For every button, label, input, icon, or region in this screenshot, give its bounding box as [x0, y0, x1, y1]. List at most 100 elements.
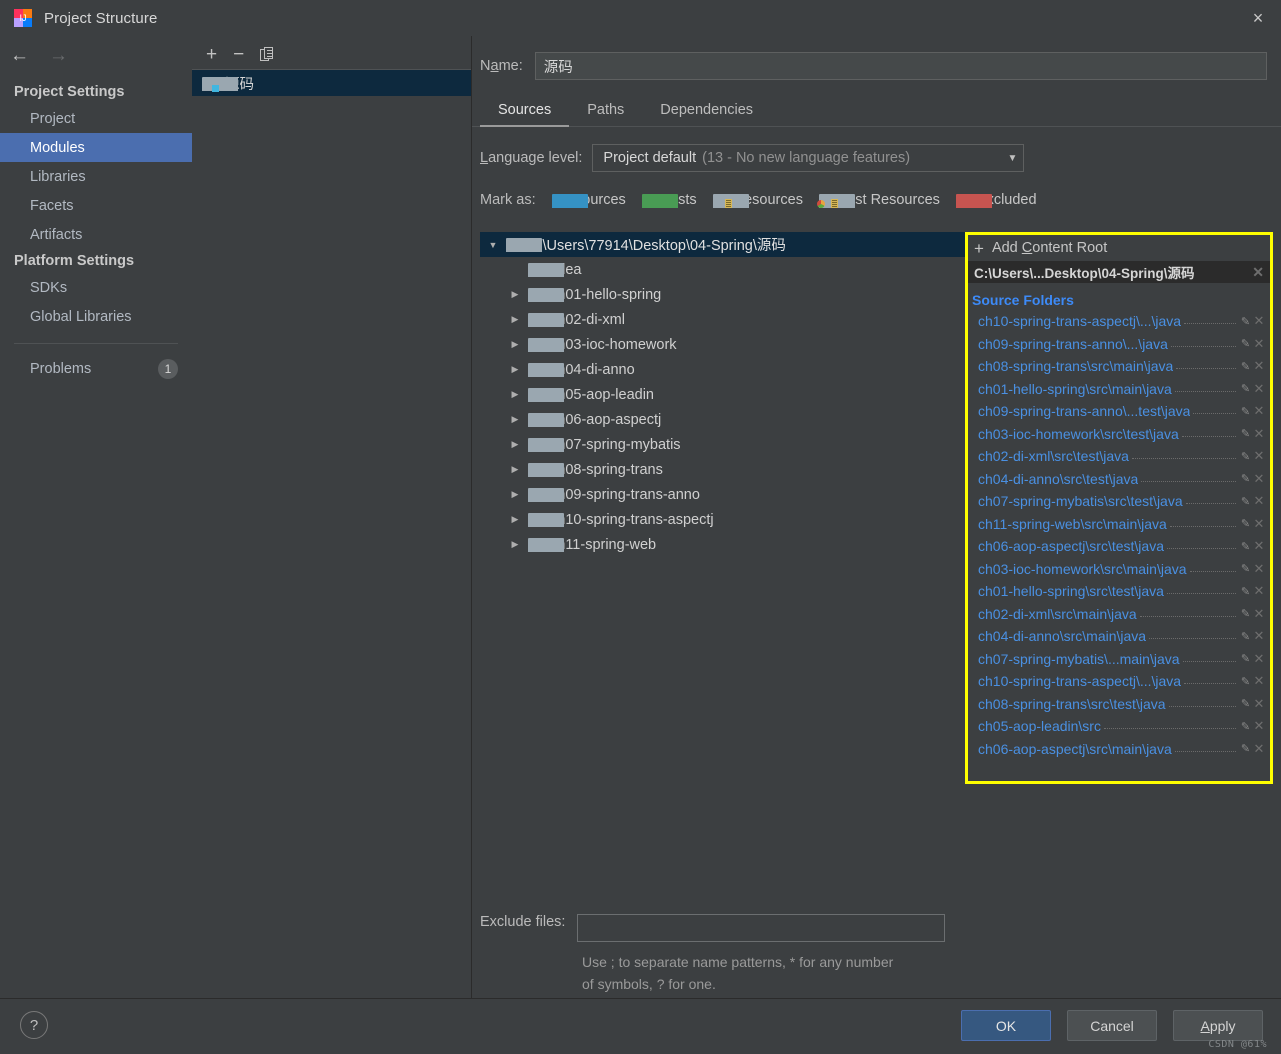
chevron-right-icon[interactable]: ▶ [508, 389, 522, 400]
edit-pencil-icon[interactable]: ✎ [1239, 360, 1252, 373]
chevron-right-icon[interactable]: ▶ [508, 339, 522, 350]
edit-pencil-icon[interactable]: ✎ [1239, 697, 1252, 710]
tree-row[interactable]: ▶ ch01-hello-spring [480, 282, 965, 307]
edit-pencil-icon[interactable]: ✎ [1239, 652, 1252, 665]
edit-pencil-icon[interactable]: ✎ [1239, 675, 1252, 688]
apply-button[interactable]: Apply [1173, 1010, 1263, 1041]
source-folder-row[interactable]: ch02-di-xml\src\test\java ✎ ✕ [968, 445, 1270, 468]
source-folder-row[interactable]: ch03-ioc-homework\src\main\java ✎ ✕ [968, 558, 1270, 581]
remove-icon[interactable]: ✕ [1252, 403, 1266, 419]
mark-as-sources-button[interactable]: Sources [551, 192, 626, 208]
tree-row[interactable]: ▶ ch11-spring-web [480, 532, 965, 557]
tab-dependencies[interactable]: Dependencies [642, 96, 771, 126]
tree-row[interactable]: ▶ ch05-aop-leadin [480, 382, 965, 407]
add-module-button[interactable]: + [206, 45, 217, 64]
copy-module-button[interactable] [260, 47, 274, 62]
source-folder-row[interactable]: ch06-aop-aspectj\src\main\java ✎ ✕ [968, 738, 1270, 761]
edit-pencil-icon[interactable]: ✎ [1239, 562, 1252, 575]
cancel-button[interactable]: Cancel [1067, 1010, 1157, 1041]
tree-row[interactable]: ▶ ch02-di-xml [480, 307, 965, 332]
back-arrow-icon[interactable]: ← [10, 46, 29, 65]
tab-paths[interactable]: Paths [569, 96, 642, 126]
chevron-right-icon[interactable]: ▶ [508, 314, 522, 325]
edit-pencil-icon[interactable]: ✎ [1239, 382, 1252, 395]
mark-as-excluded-button[interactable]: Excluded [955, 192, 1037, 208]
mark-as-test-resources-button[interactable]: Test Resources [816, 192, 940, 208]
tree-row[interactable]: ▶ ch04-di-anno [480, 357, 965, 382]
chevron-right-icon[interactable]: ▶ [508, 439, 522, 450]
module-list-item[interactable]: 源码 [192, 70, 471, 96]
edit-pencil-icon[interactable]: ✎ [1239, 495, 1252, 508]
tree-row[interactable]: ▶ ch10-spring-trans-aspectj [480, 507, 965, 532]
edit-pencil-icon[interactable]: ✎ [1239, 337, 1252, 350]
chevron-right-icon[interactable]: ▶ [508, 364, 522, 375]
remove-icon[interactable]: ✕ [1252, 448, 1266, 464]
edit-pencil-icon[interactable]: ✎ [1239, 427, 1252, 440]
edit-pencil-icon[interactable]: ✎ [1239, 540, 1252, 553]
source-folder-row[interactable]: ch05-aop-leadin\src ✎ ✕ [968, 715, 1270, 738]
source-folder-row[interactable]: ch09-spring-trans-anno\...\java ✎ ✕ [968, 333, 1270, 356]
source-folder-row[interactable]: ch10-spring-trans-aspectj\...\java ✎ ✕ [968, 670, 1270, 693]
edit-pencil-icon[interactable]: ✎ [1239, 607, 1252, 620]
remove-icon[interactable]: ✕ [1252, 516, 1266, 532]
add-content-root-button[interactable]: + Add Content Root [968, 235, 1270, 261]
edit-pencil-icon[interactable]: ✎ [1239, 630, 1252, 643]
expand-toggle-icon[interactable]: ▼ [486, 240, 500, 250]
remove-icon[interactable]: ✕ [1252, 471, 1266, 487]
mark-as-tests-button[interactable]: Tests [641, 192, 697, 208]
forward-arrow-icon[interactable]: → [49, 46, 68, 65]
remove-icon[interactable]: ✕ [1252, 493, 1266, 509]
chevron-right-icon[interactable]: ▶ [508, 414, 522, 425]
edit-pencil-icon[interactable]: ✎ [1239, 472, 1252, 485]
source-folder-row[interactable]: ch06-aop-aspectj\src\test\java ✎ ✕ [968, 535, 1270, 558]
remove-icon[interactable]: ✕ [1252, 718, 1266, 734]
sidebar-item-global-libraries[interactable]: Global Libraries [0, 302, 192, 331]
sidebar-item-problems[interactable]: Problems 1 [0, 354, 192, 383]
tree-row-root[interactable]: ▼ C:\Users\77914\Desktop\04-Spring\源码 [480, 232, 965, 257]
edit-pencil-icon[interactable]: ✎ [1239, 315, 1252, 328]
exclude-files-input[interactable] [577, 914, 946, 942]
remove-module-button[interactable]: − [233, 45, 244, 64]
sidebar-item-facets[interactable]: Facets [0, 191, 192, 220]
tab-sources[interactable]: Sources [480, 96, 570, 127]
chevron-right-icon[interactable]: ▶ [508, 289, 522, 300]
source-folder-row[interactable]: ch03-ioc-homework\src\test\java ✎ ✕ [968, 423, 1270, 446]
source-folder-row[interactable]: ch08-spring-trans\src\main\java ✎ ✕ [968, 355, 1270, 378]
edit-pencil-icon[interactable]: ✎ [1239, 405, 1252, 418]
remove-icon[interactable]: ✕ [1252, 538, 1266, 554]
chevron-right-icon[interactable]: ▶ [508, 464, 522, 475]
edit-pencil-icon[interactable]: ✎ [1239, 517, 1252, 530]
source-folder-row[interactable]: ch08-spring-trans\src\test\java ✎ ✕ [968, 693, 1270, 716]
sidebar-item-libraries[interactable]: Libraries [0, 162, 192, 191]
close-icon[interactable]: × [1235, 0, 1281, 36]
remove-icon[interactable]: ✕ [1252, 673, 1266, 689]
source-folder-row[interactable]: ch04-di-anno\src\test\java ✎ ✕ [968, 468, 1270, 491]
source-folder-row[interactable]: ch09-spring-trans-anno\...test\java ✎ ✕ [968, 400, 1270, 423]
sidebar-item-project[interactable]: Project [0, 104, 192, 133]
remove-icon[interactable]: ✕ [1252, 336, 1266, 352]
source-folder-row[interactable]: ch04-di-anno\src\main\java ✎ ✕ [968, 625, 1270, 648]
remove-icon[interactable]: ✕ [1252, 628, 1266, 644]
language-level-select[interactable]: Project default (13 - No new language fe… [592, 144, 1025, 172]
edit-pencil-icon[interactable]: ✎ [1239, 585, 1252, 598]
chevron-right-icon[interactable]: ▶ [508, 489, 522, 500]
source-folder-row[interactable]: ch01-hello-spring\src\test\java ✎ ✕ [968, 580, 1270, 603]
remove-icon[interactable]: ✕ [1252, 696, 1266, 712]
tree-row[interactable]: .idea [480, 257, 965, 282]
remove-icon[interactable]: ✕ [1252, 426, 1266, 442]
remove-icon[interactable]: ✕ [1252, 606, 1266, 622]
tree-row[interactable]: ▶ ch07-spring-mybatis [480, 432, 965, 457]
tree-row[interactable]: ▶ ch03-ioc-homework [480, 332, 965, 357]
remove-icon[interactable]: ✕ [1252, 381, 1266, 397]
source-folder-row[interactable]: ch02-di-xml\src\main\java ✎ ✕ [968, 603, 1270, 626]
source-folder-row[interactable]: ch01-hello-spring\src\main\java ✎ ✕ [968, 378, 1270, 401]
chevron-right-icon[interactable]: ▶ [508, 514, 522, 525]
sidebar-item-sdks[interactable]: SDKs [0, 273, 192, 302]
tree-row[interactable]: ▶ ch06-aop-aspectj [480, 407, 965, 432]
sidebar-item-artifacts[interactable]: Artifacts [0, 220, 192, 249]
name-input[interactable]: 源码 [534, 52, 1267, 80]
ok-button[interactable]: OK [961, 1010, 1051, 1041]
remove-icon[interactable]: ✕ [1252, 741, 1266, 757]
tree-row[interactable]: ▶ ch09-spring-trans-anno [480, 482, 965, 507]
edit-pencil-icon[interactable]: ✎ [1239, 450, 1252, 463]
